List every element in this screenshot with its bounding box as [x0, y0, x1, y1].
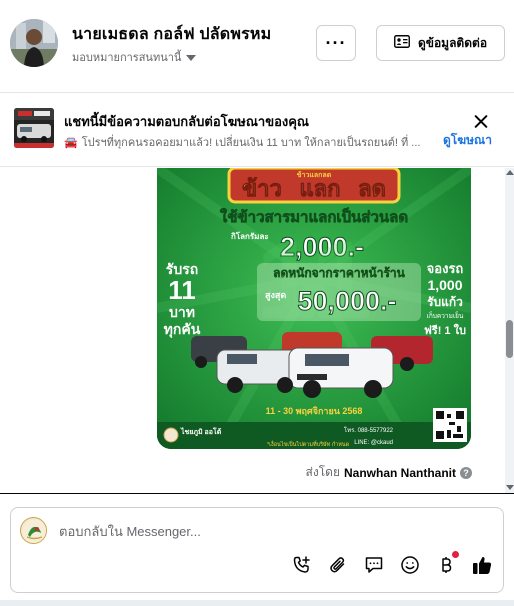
notification-dot	[452, 551, 459, 558]
ad-headline-cut: ลด	[358, 176, 386, 201]
attachment-icon[interactable]	[327, 554, 349, 576]
ad-date-range: 11 - 30 พฤศจิกายน 2568	[266, 406, 363, 416]
reply-input[interactable]	[59, 520, 439, 542]
contact-name[interactable]: นายเมธดล กอล์ฟ ปลัดพรหม	[72, 22, 271, 47]
emoji-icon[interactable]	[399, 554, 421, 576]
sent-by-line: ส่งโดย Nanwhan Nanthanit ?	[306, 463, 472, 482]
ad-left-2: 11	[168, 275, 196, 305]
assign-conversation-dropdown[interactable]: มอบหมายการสนทนานี้	[72, 48, 197, 66]
ad-right-2: 1,000	[427, 277, 462, 293]
like-icon[interactable]	[471, 554, 493, 576]
ad-right-3: รับแก้ว	[427, 295, 463, 309]
ad-right-5: ฟรี! 1 ใบ	[424, 323, 466, 337]
sent-by-prefix: ส่งโดย	[305, 465, 340, 479]
saved-reply-icon[interactable]	[363, 554, 385, 576]
page-avatar	[20, 517, 47, 544]
ad-image-attachment[interactable]: ข้าวแลกลด ข้าว แลก ลด ใช้ข้าวสารมาแลกเป็…	[157, 168, 471, 449]
help-icon[interactable]: ?	[460, 466, 472, 479]
contact-card-icon	[394, 35, 410, 51]
message-thread: ข้าวแลกลด ข้าว แลก ลด ใช้ข้าวสารมาแลกเป็…	[0, 168, 514, 493]
car-icon: 🚘	[64, 136, 78, 149]
call-icon[interactable]	[291, 554, 313, 576]
ad-thumbnail[interactable]	[14, 108, 54, 148]
ad-left-3: บาท	[169, 304, 195, 320]
sender-name[interactable]: Nanwhan Nanthanit	[344, 466, 456, 480]
ad-left-4: ทุกคัน	[164, 321, 201, 338]
baht-icon[interactable]	[435, 551, 459, 576]
ad-discount-label: ลดหนักจากราคาหน้าร้าน	[273, 266, 406, 280]
ad-reply-banner: แชทนี้มีข้อความตอบกลับต่อโฆษณาของคุณ 🚘 โ…	[0, 93, 514, 167]
chevron-down-icon	[186, 54, 197, 61]
ad-footnote: *เงื่อนไขเป็นไปตามที่บริษัท กำหนด	[267, 440, 350, 448]
ad-line: LINE: @ckaud	[354, 440, 393, 446]
ad-text: โปรฯที่ทุกคนรอคอยมาแล้ว! เปลี่ยนเงิน 11 …	[81, 137, 421, 149]
ad-headline-rice: ข้าว	[242, 176, 282, 201]
ad-headline-swap: แลก	[300, 176, 341, 201]
scroll-thumb[interactable]	[506, 320, 513, 358]
messenger-conversation: นายเมธดล กอล์ฟ ปลัดพรหม มอบหมายการสนทนาน…	[0, 0, 514, 606]
assign-label: มอบหมายการสนทนานี้	[72, 52, 182, 64]
ad-right-1: จองรถ	[427, 261, 464, 276]
ad-max-amount: 50,000.-	[297, 286, 396, 316]
ad-max-label: สูงสุด	[265, 290, 286, 301]
bottom-strip	[0, 600, 514, 606]
contact-avatar[interactable]	[10, 19, 58, 67]
more-options-button[interactable]: ···	[316, 25, 356, 61]
banner-subtitle: 🚘 โปรฯที่ทุกคนรอคอยมาแล้ว! เปลี่ยนเงิน 1…	[64, 133, 434, 151]
ad-right-4: เก็บความเย็น	[427, 311, 464, 320]
ad-brand: ไชยภูมิ ออโต้	[180, 427, 222, 437]
close-icon[interactable]	[470, 111, 492, 133]
reply-composer	[10, 507, 504, 593]
thread-divider	[0, 493, 514, 494]
message-scrollbar[interactable]	[505, 168, 514, 493]
banner-title: แชทนี้มีข้อความตอบกลับต่อโฆษณาของคุณ	[64, 114, 309, 129]
view-contact-label: ดูข้อมูลติดต่อ	[417, 35, 488, 50]
scroll-down-arrow-icon[interactable]	[506, 485, 514, 490]
see-ad-link[interactable]: ดูโฆษณา	[443, 131, 492, 150]
conversation-header: นายเมธดล กอล์ฟ ปลัดพรหม มอบหมายการสนทนาน…	[0, 0, 514, 93]
ad-phone: โทร. 088-5577922	[344, 426, 394, 434]
scroll-up-arrow-icon[interactable]	[506, 170, 514, 175]
view-contact-button[interactable]: ดูข้อมูลติดต่อ	[376, 25, 505, 61]
